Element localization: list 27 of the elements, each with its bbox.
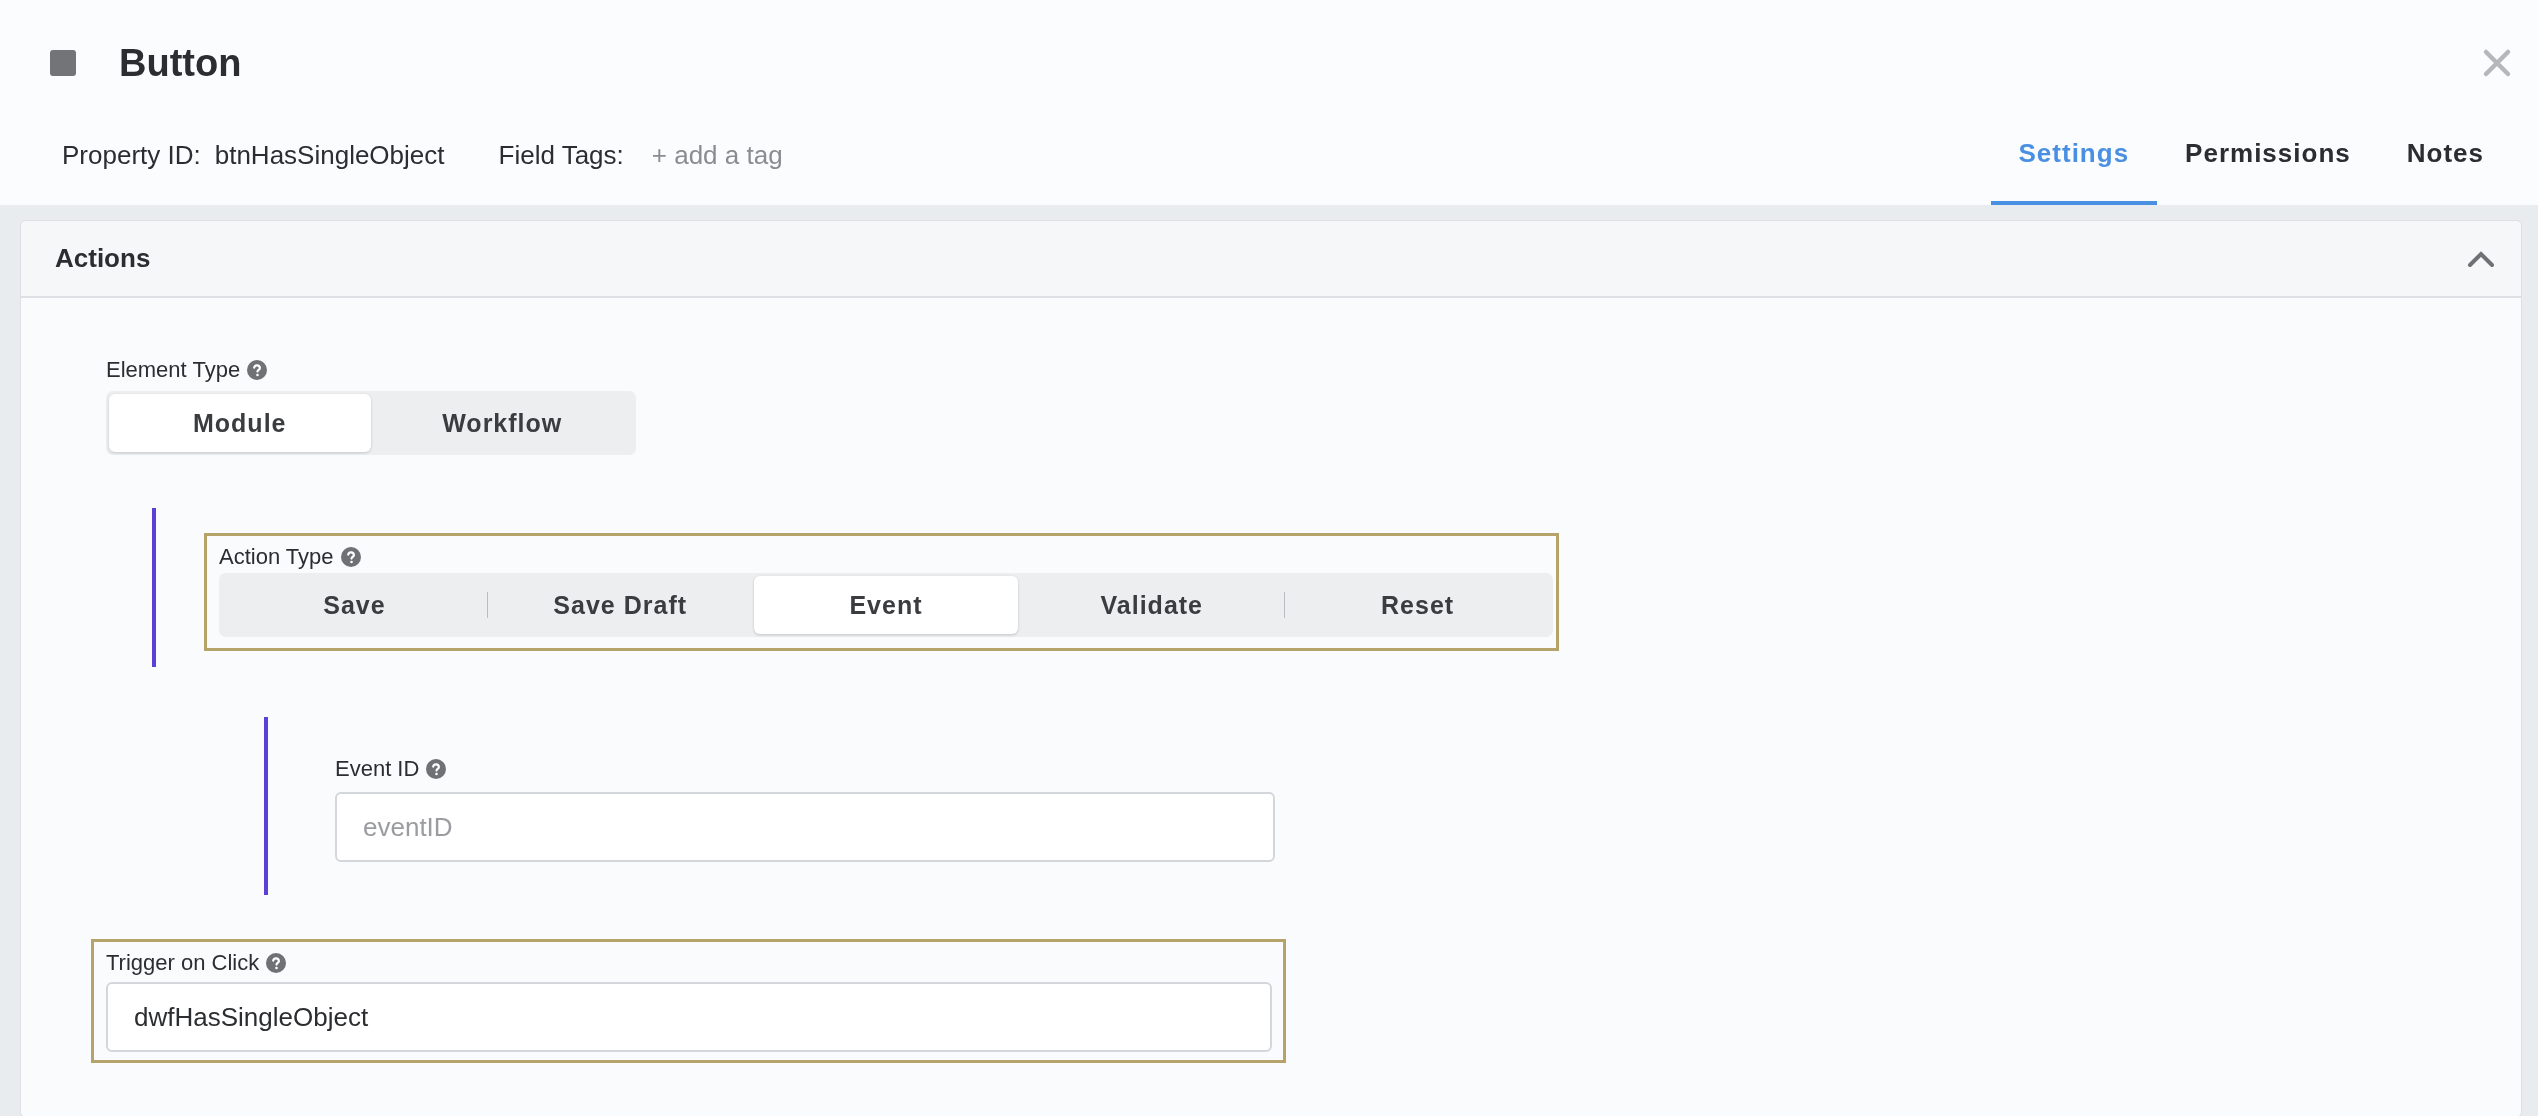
chevron-up-icon[interactable] (2467, 249, 2495, 268)
segment-option[interactable]: Save (222, 576, 487, 634)
field-tags-label: Field Tags: (498, 140, 624, 171)
panel-header[interactable]: Actions (21, 221, 2521, 298)
field-label: Action Type (219, 544, 334, 570)
segment-option[interactable]: Event (753, 576, 1019, 634)
field-label: Element Type (106, 357, 241, 383)
tab[interactable]: Notes (2378, 126, 2512, 205)
input-field[interactable]: eventID (335, 792, 1275, 862)
segment-option[interactable]: Validate (1019, 576, 1285, 634)
help-icon[interactable] (340, 547, 361, 567)
field-label: Trigger on Click (106, 950, 260, 976)
segment-option[interactable]: Module (109, 394, 371, 452)
help-icon[interactable] (266, 953, 287, 973)
tab[interactable]: Permissions (2157, 126, 2379, 205)
help-icon[interactable] (247, 360, 268, 380)
property-id-label: Property ID: (62, 140, 201, 171)
square-icon (50, 50, 76, 76)
segment-option[interactable]: Workflow (371, 394, 633, 452)
segment-option[interactable]: Reset (1285, 576, 1550, 634)
segment-option[interactable]: Save Draft (487, 576, 753, 634)
input-field[interactable]: dwfHasSingleObject (106, 982, 1272, 1052)
property-id-value: btnHasSingleObject (214, 140, 445, 171)
window-title: Button (119, 41, 242, 85)
field-label: Event ID (335, 756, 420, 782)
panel-title: Actions (55, 243, 151, 274)
help-icon[interactable] (426, 759, 447, 779)
